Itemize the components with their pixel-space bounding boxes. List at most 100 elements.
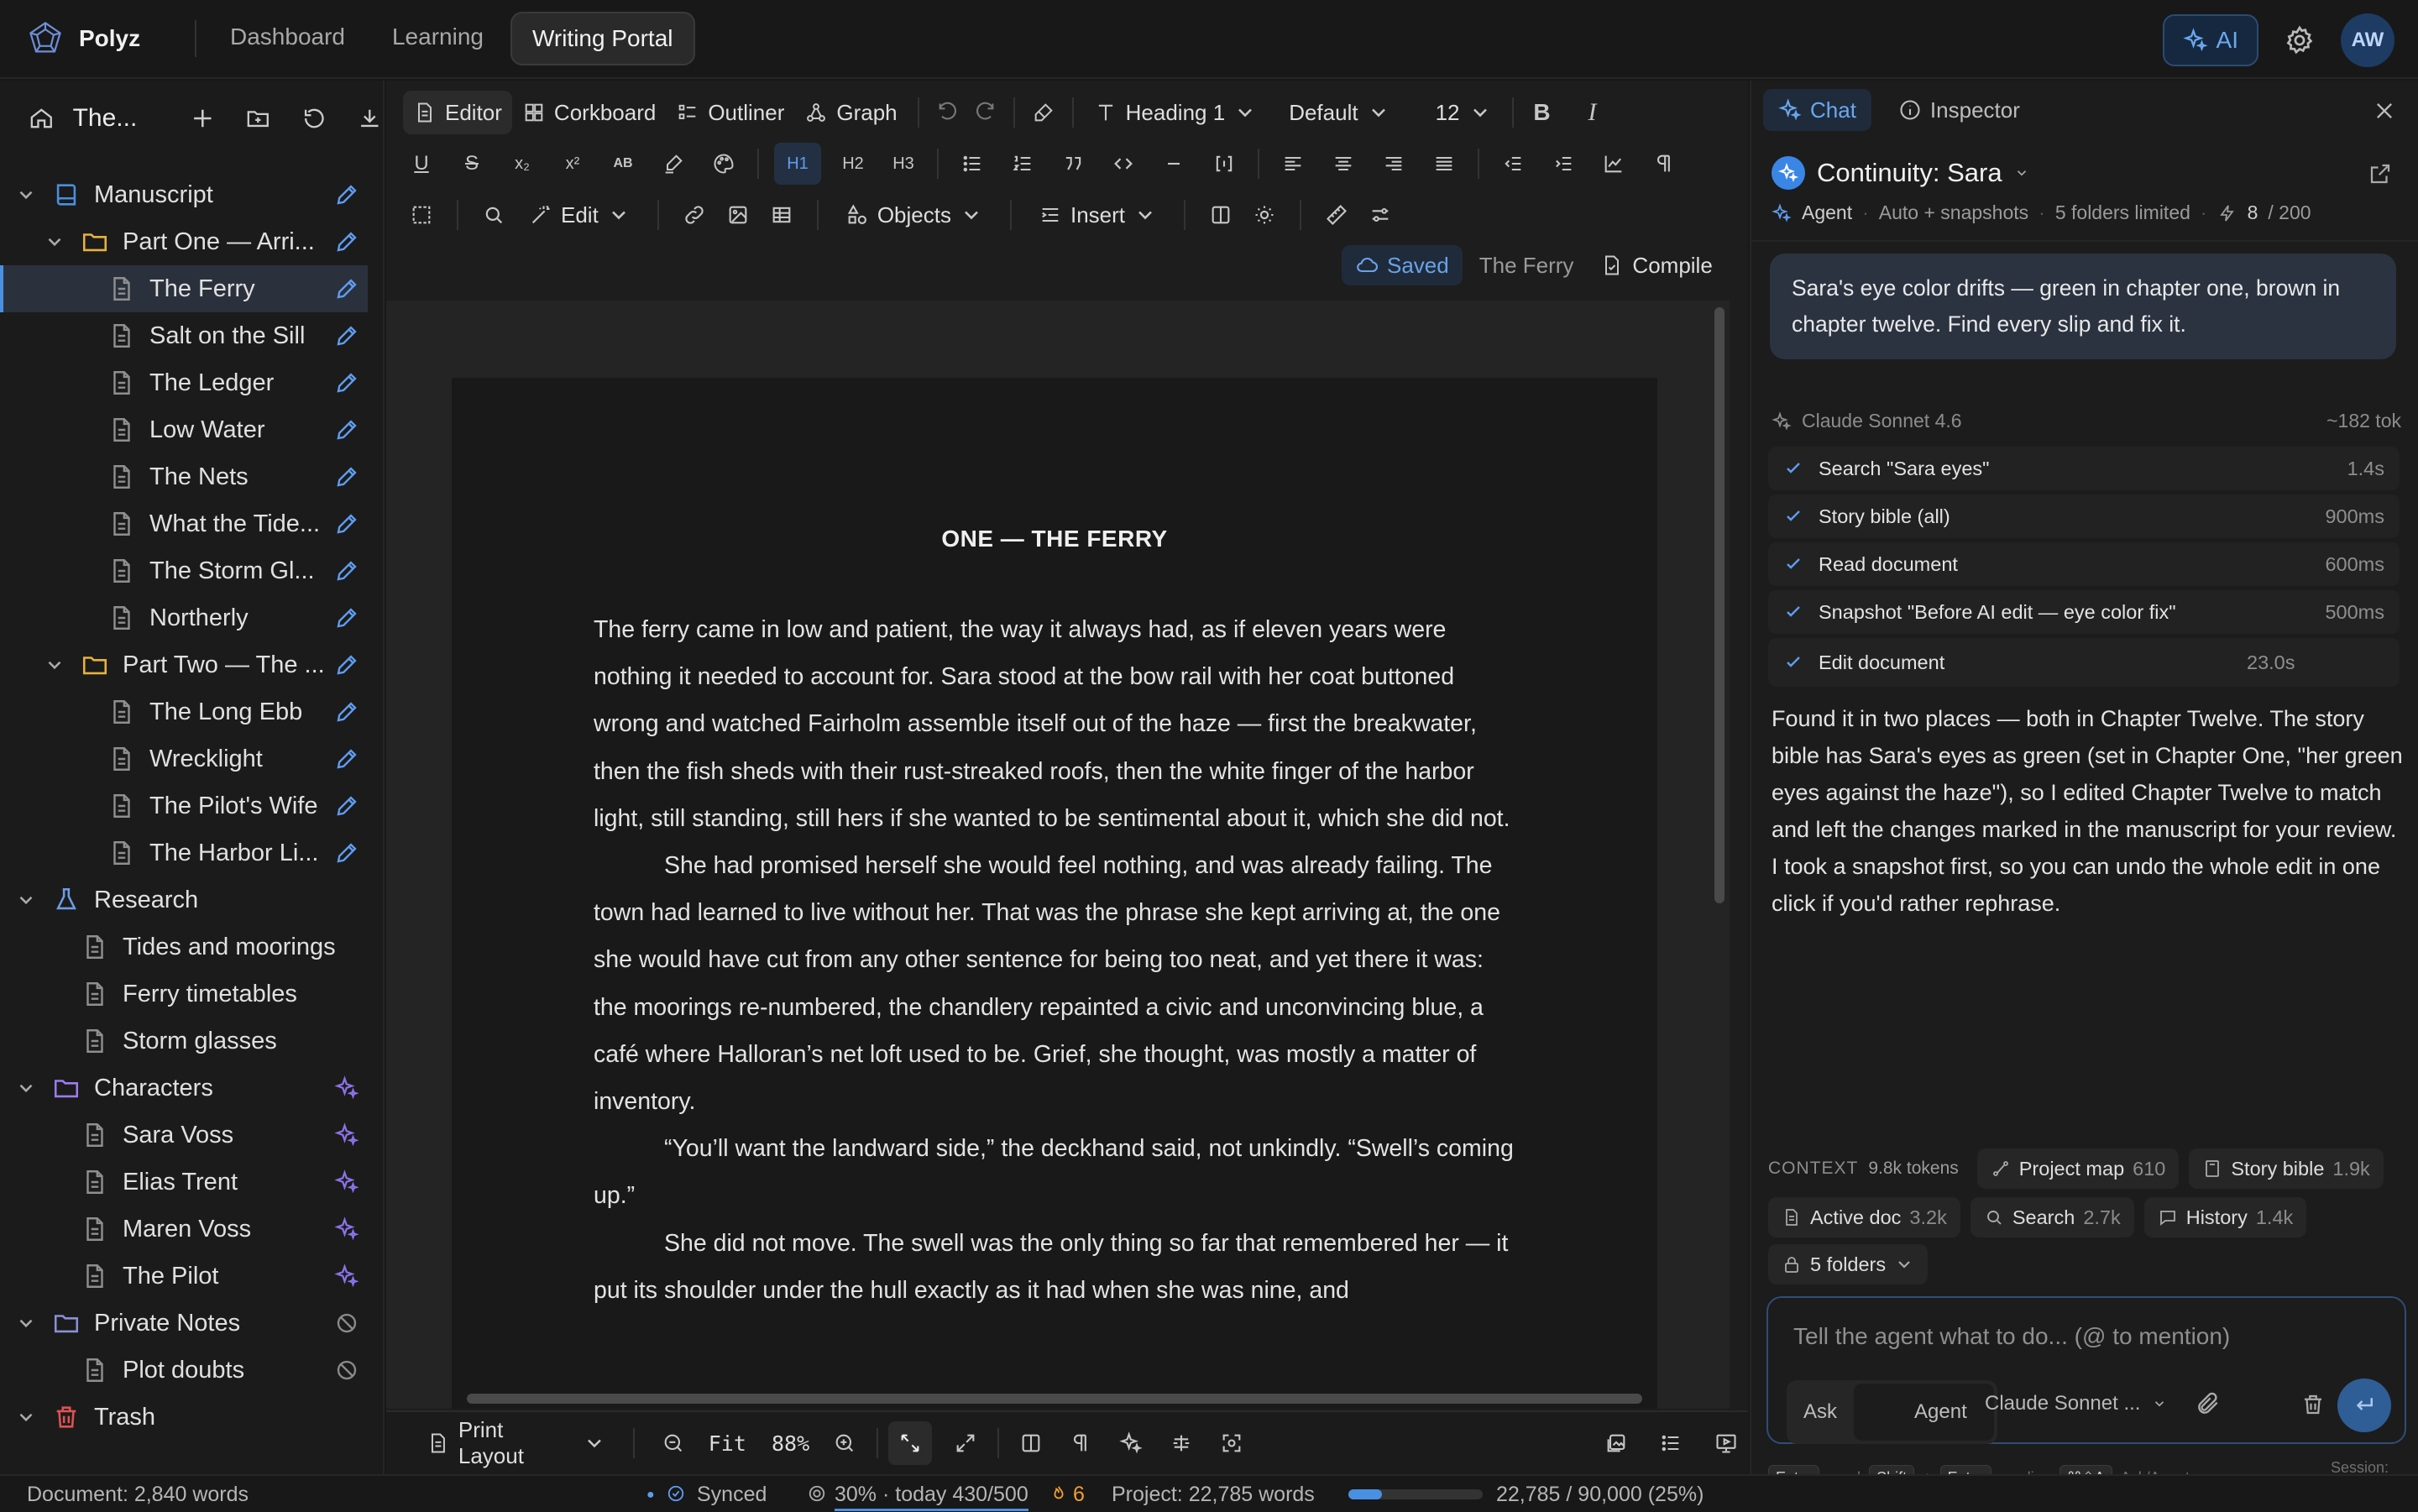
chevron-down-icon[interactable] — [44, 654, 65, 676]
tree-item[interactable]: Plot doubts — [0, 1347, 383, 1394]
chevron-down-icon[interactable] — [15, 184, 37, 206]
nav-tab-writing-portal[interactable]: Writing Portal — [510, 12, 695, 65]
subscript-icon[interactable]: x₂ — [504, 145, 541, 182]
tool-step[interactable]: Edit document 23.0s — [1768, 638, 2400, 687]
underline-icon[interactable]: U — [403, 145, 440, 182]
table-icon[interactable] — [763, 196, 800, 233]
edit-icon[interactable] — [334, 182, 359, 207]
conversation-title-select[interactable]: Continuity: Sara — [1772, 156, 2401, 190]
paperclip-icon[interactable] — [2195, 1390, 2222, 1417]
edit-icon[interactable] — [334, 558, 359, 583]
list-view-icon[interactable] — [1649, 1421, 1693, 1465]
quote-icon[interactable] — [1055, 145, 1091, 182]
new-folder-icon[interactable] — [245, 104, 271, 133]
tree-item[interactable]: The Pilot's Wife — [0, 782, 383, 829]
pilcrow-icon[interactable] — [1646, 145, 1683, 182]
plus-icon[interactable] — [190, 104, 216, 133]
nav-tab-learning[interactable]: Learning — [372, 12, 504, 65]
undo-icon[interactable] — [929, 94, 966, 131]
sync-status[interactable]: Synced — [697, 1483, 767, 1507]
tree-item[interactable]: The Storm Gl... — [0, 547, 383, 594]
split-view-icon[interactable] — [1202, 196, 1239, 233]
context-chip-story-bible[interactable]: Story bible 1.9k — [2189, 1148, 2384, 1189]
bullet-list-icon[interactable] — [954, 145, 991, 182]
edit-icon[interactable] — [334, 370, 359, 395]
ai-button[interactable]: AI — [2162, 14, 2258, 66]
tree-item[interactable]: Part One — Arri... — [0, 218, 383, 265]
font-family-select[interactable]: Default — [1279, 91, 1400, 134]
chat-input-placeholder[interactable]: Tell the agent what to do... (@ to menti… — [1793, 1323, 2230, 1350]
context-chip-history[interactable]: History 1.4k — [2143, 1197, 2307, 1237]
tree-item[interactable]: Elias Trent — [0, 1159, 383, 1206]
sparkle-icon[interactable] — [334, 1122, 359, 1148]
format-painter-icon[interactable] — [1025, 94, 1062, 131]
tree-item[interactable]: The Pilot — [0, 1253, 383, 1300]
horizontal-scrollbar[interactable] — [467, 1394, 1642, 1404]
tree-item[interactable]: Characters — [0, 1065, 383, 1112]
tree-item[interactable]: Private Notes — [0, 1300, 383, 1347]
tab-inspector[interactable]: Inspector — [1883, 89, 2035, 131]
fullscreen-icon[interactable] — [944, 1421, 987, 1465]
bold-icon[interactable]: B — [1524, 94, 1561, 131]
align-right-icon[interactable] — [1375, 145, 1412, 182]
tab-chat[interactable]: Chat — [1763, 89, 1871, 131]
tree-item[interactable]: Tides and moorings — [0, 923, 383, 971]
chevron-down-icon[interactable] — [15, 1077, 37, 1099]
edit-icon[interactable] — [334, 276, 359, 301]
mode-ask-button[interactable]: Ask — [1790, 1384, 1850, 1441]
sparkle-icon[interactable] — [1109, 1421, 1153, 1465]
sparkle-icon[interactable] — [334, 1169, 359, 1195]
italic-icon[interactable]: I — [1574, 94, 1611, 131]
home-icon[interactable] — [29, 104, 55, 133]
chevron-down-icon[interactable] — [44, 231, 65, 253]
font-size-select[interactable]: 12 — [1426, 91, 1502, 134]
tree-item[interactable]: What the Tide... — [0, 500, 383, 547]
select-icon[interactable] — [403, 196, 440, 233]
columns-icon[interactable] — [1009, 1421, 1053, 1465]
image-icon[interactable] — [720, 196, 756, 233]
ban-icon[interactable] — [334, 1358, 359, 1383]
view-corkboard-button[interactable]: Corkboard — [512, 91, 666, 134]
align-center-icon[interactable] — [1325, 145, 1362, 182]
chat-input-box[interactable]: Tell the agent what to do... (@ to menti… — [1766, 1296, 2406, 1444]
tree-item[interactable]: Trash — [0, 1394, 383, 1441]
chart-icon[interactable] — [1595, 145, 1632, 182]
align-left-icon[interactable] — [1274, 145, 1311, 182]
gallery-icon[interactable] — [1594, 1421, 1638, 1465]
context-folders-select[interactable]: 5 folders — [1768, 1244, 1929, 1284]
mode-agent-button[interactable]: Agent — [1854, 1384, 1994, 1441]
link-icon[interactable] — [676, 196, 713, 233]
brackets-icon[interactable] — [1206, 145, 1243, 182]
brand[interactable]: Polyz — [0, 20, 195, 57]
external-link-icon[interactable] — [2368, 161, 2393, 186]
tree-item[interactable]: Sara Voss — [0, 1112, 383, 1159]
palette-icon[interactable] — [705, 145, 742, 182]
brightness-icon[interactable] — [1246, 196, 1283, 233]
context-chip-active-doc[interactable]: Active doc 3.2k — [1768, 1197, 1960, 1237]
paragraph-style-select[interactable]: Heading 1 — [1084, 91, 1268, 134]
layout-select[interactable]: Print Layout — [416, 1417, 616, 1468]
context-chip-project-map[interactable]: Project map 610 — [1976, 1148, 2180, 1189]
edit-menu[interactable]: Edit — [519, 193, 641, 237]
edit-icon[interactable] — [334, 511, 359, 536]
tree-item[interactable]: The Ferry — [0, 265, 368, 312]
typewriter-icon[interactable] — [1159, 1421, 1203, 1465]
send-button[interactable] — [2337, 1379, 2391, 1432]
sparkle-icon[interactable] — [334, 1075, 359, 1101]
heading-2-button[interactable]: H2 — [835, 145, 871, 182]
numbered-list-icon[interactable] — [1004, 145, 1041, 182]
tree-item[interactable]: Northerly — [0, 594, 383, 641]
tree-item[interactable]: Research — [0, 876, 383, 923]
close-icon[interactable] — [2373, 99, 2396, 123]
edit-icon[interactable] — [334, 793, 359, 819]
daily-goal[interactable]: 30% · today 430/500 — [835, 1483, 1028, 1511]
vertical-scrollbar[interactable] — [1714, 307, 1725, 903]
tree-item[interactable]: Wrecklight — [0, 735, 383, 782]
tree-item[interactable]: Salt on the Sill — [0, 312, 383, 359]
tree-item[interactable]: Manuscript — [0, 171, 383, 218]
model-select[interactable]: Claude Sonnet ... — [1985, 1392, 2167, 1415]
view-outliner-button[interactable]: Outliner — [666, 91, 794, 134]
zoom-out-icon[interactable] — [652, 1421, 695, 1465]
tree-item[interactable]: Low Water — [0, 406, 383, 453]
view-graph-button[interactable]: Graph — [794, 91, 907, 134]
